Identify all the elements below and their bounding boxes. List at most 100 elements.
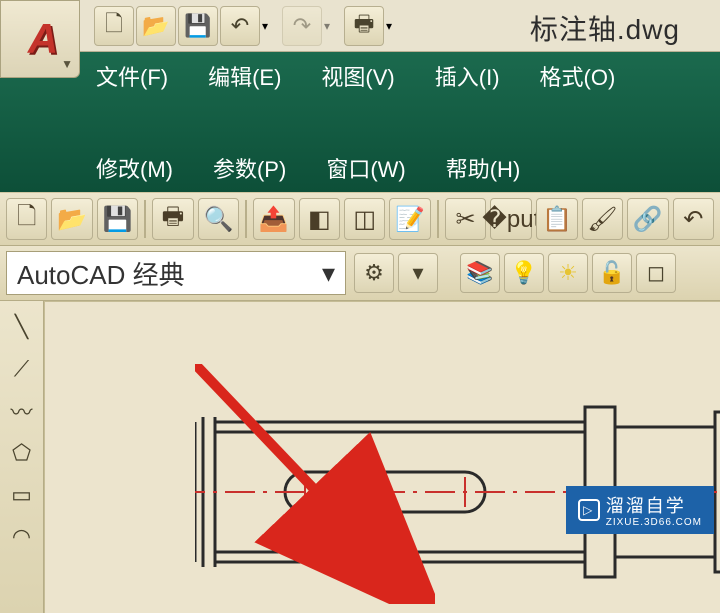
tb-print-button[interactable]: 🖶 [152,198,193,240]
menu-edit[interactable]: 编辑(E) [202,58,287,94]
bulb-icon: 💡 [510,260,537,286]
open-folder-icon: 📂 [142,13,169,39]
arc-tool[interactable]: ◠ [4,519,40,555]
tb-copy-button[interactable]: �put [490,198,532,240]
menu-view[interactable]: 视图(V) [315,58,400,94]
new-file-icon: 🗋 [17,199,36,240]
plot-icon: 📝 [395,205,425,234]
print-button[interactable]: 🖶 [344,6,384,46]
layer-bulb-button[interactable]: 💡 [504,253,544,293]
toolbar-separator [437,200,439,238]
chevron-down-icon: ▼ [61,57,73,71]
brush-icon: 🖌 [587,205,617,234]
menu-modify[interactable]: 修改(M) [90,150,179,186]
save-icon: 💾 [103,205,133,234]
drawing-canvas[interactable] [44,301,720,613]
qat-customize-dropdown[interactable]: ▾ [386,19,404,33]
redo-history-dropdown[interactable]: ▾ [324,19,342,33]
layer-tools-group: 📚 💡 ☀ 🔓 ◻ [460,253,676,293]
layer-props-button[interactable]: 📚 [460,253,500,293]
sheet-icon: ◫ [353,205,376,234]
redo-button[interactable]: ↷ [282,6,322,46]
link-icon: 🔗 [633,205,663,234]
construction-line-tool[interactable]: ⟋ [4,351,40,387]
tb-undo-button[interactable]: ↶ [673,198,714,240]
square-icon: ◻ [647,260,665,286]
layer-sun-button[interactable]: ☀ [548,253,588,293]
autocad-logo-icon: A [28,15,52,63]
ws-settings-button[interactable]: ⚙ [354,253,394,293]
print-icon: 🖶 [162,199,185,240]
tb-open-button[interactable]: 📂 [51,198,92,240]
watermark-url: ZIXUE.3D66.COM [606,518,702,528]
tb-block-button[interactable]: 🔗 [627,198,668,240]
workspace-settings-group: ⚙ ▾ [354,253,438,293]
cube-icon: ◧ [308,205,331,234]
scissors-icon: ✂ [456,205,476,234]
document-title: 标注轴.dwg [530,8,680,48]
open-folder-icon: 📂 [57,205,87,234]
tb-paste-button[interactable]: 📋 [536,198,577,240]
open-button[interactable]: 📂 [136,6,176,46]
tb-new-button[interactable]: 🗋 [6,198,47,240]
workspace-label: AutoCAD 经典 [17,255,185,292]
new-button[interactable]: 🗋 [94,6,134,46]
workspace: ╲ ⟋ 〰 ⬠ ▭ ◠ [0,301,720,613]
clipboard-icon: 📋 [542,205,572,234]
workspace-toolbar: AutoCAD 经典 ▾ ⚙ ▾ 📚 💡 ☀ 🔓 ◻ [0,246,720,301]
line-tool[interactable]: ╲ [4,309,40,345]
quick-access-toolbar: 🗋 📂 💾 ↶ ▾ ↷ ▾ 🖶 ▾ [94,6,404,46]
toolbar-separator [245,200,247,238]
undo-history-dropdown[interactable]: ▾ [262,19,280,33]
tb-match-button[interactable]: 🖌 [582,198,623,240]
play-icon: ▷ [578,499,600,521]
title-bar: A ▼ 🗋 📂 💾 ↶ ▾ ↷ ▾ 🖶 ▾ 标注轴.dwg [0,0,720,52]
polygon-tool[interactable]: ⬠ [4,435,40,471]
preview-icon: 🔍 [203,205,233,234]
rectangle-icon: ▭ [11,482,32,508]
save-icon: 💾 [184,13,211,39]
standard-toolbar: 🗋 📂 💾 🖶 🔍 📤 ◧ ◫ 📝 ✂ �put 📋 🖌 🔗 ↶ [0,192,720,246]
polygon-icon: ⬠ [12,440,31,466]
print-icon: 🖶 [354,7,375,45]
menu-format[interactable]: 格式(O) [534,58,622,94]
polyline-icon: 〰 [10,395,32,427]
menu-help[interactable]: 帮助(H) [440,150,527,186]
undo-icon: ↶ [683,205,703,234]
menu-parametric[interactable]: 参数(P) [207,150,292,186]
workspace-combo[interactable]: AutoCAD 经典 ▾ [6,251,346,295]
lock-icon: 🔓 [598,260,625,286]
menu-bar: 文件(F) 编辑(E) 视图(V) 插入(I) 格式(O) 修改(M) 参数(P… [0,52,720,192]
sun-icon: ☀ [558,260,578,286]
tb-plot-button[interactable]: 📝 [389,198,430,240]
tb-publish-button[interactable]: 📤 [253,198,294,240]
chevron-down-icon: ▾ [322,258,335,289]
layer-color-button[interactable]: ◻ [636,253,676,293]
publish-icon: 📤 [259,205,289,234]
polyline-tool[interactable]: 〰 [4,393,40,429]
undo-button[interactable]: ↶ [220,6,260,46]
watermark-brand: 溜溜自学 [606,496,686,516]
tb-3dprint-button[interactable]: ◧ [299,198,340,240]
tb-cut-button[interactable]: ✂ [445,198,486,240]
tb-preview-button[interactable]: 🔍 [198,198,239,240]
save-button[interactable]: 💾 [178,6,218,46]
menu-window[interactable]: 窗口(W) [320,150,411,186]
new-file-icon: 🗋 [105,7,123,45]
undo-icon: ↶ [231,13,249,39]
gear-icon: ⚙ [364,260,384,286]
line-icon: ╲ [15,314,28,340]
menu-insert[interactable]: 插入(I) [429,58,506,94]
draw-toolbar: ╲ ⟋ 〰 ⬠ ▭ ◠ [0,301,44,613]
ws-save-button[interactable]: ▾ [398,253,438,293]
xline-icon: ⟋ [14,356,29,382]
app-menu-button[interactable]: A ▼ [0,0,80,78]
menu-file[interactable]: 文件(F) [90,58,174,94]
rectangle-tool[interactable]: ▭ [4,477,40,513]
watermark-badge: ▷ 溜溜自学 ZIXUE.3D66.COM [566,486,714,534]
toolbar-separator [144,200,146,238]
save-icon: ▾ [412,260,423,286]
layer-lock-button[interactable]: 🔓 [592,253,632,293]
tb-save-button[interactable]: 💾 [97,198,138,240]
tb-sheet-button[interactable]: ◫ [344,198,385,240]
